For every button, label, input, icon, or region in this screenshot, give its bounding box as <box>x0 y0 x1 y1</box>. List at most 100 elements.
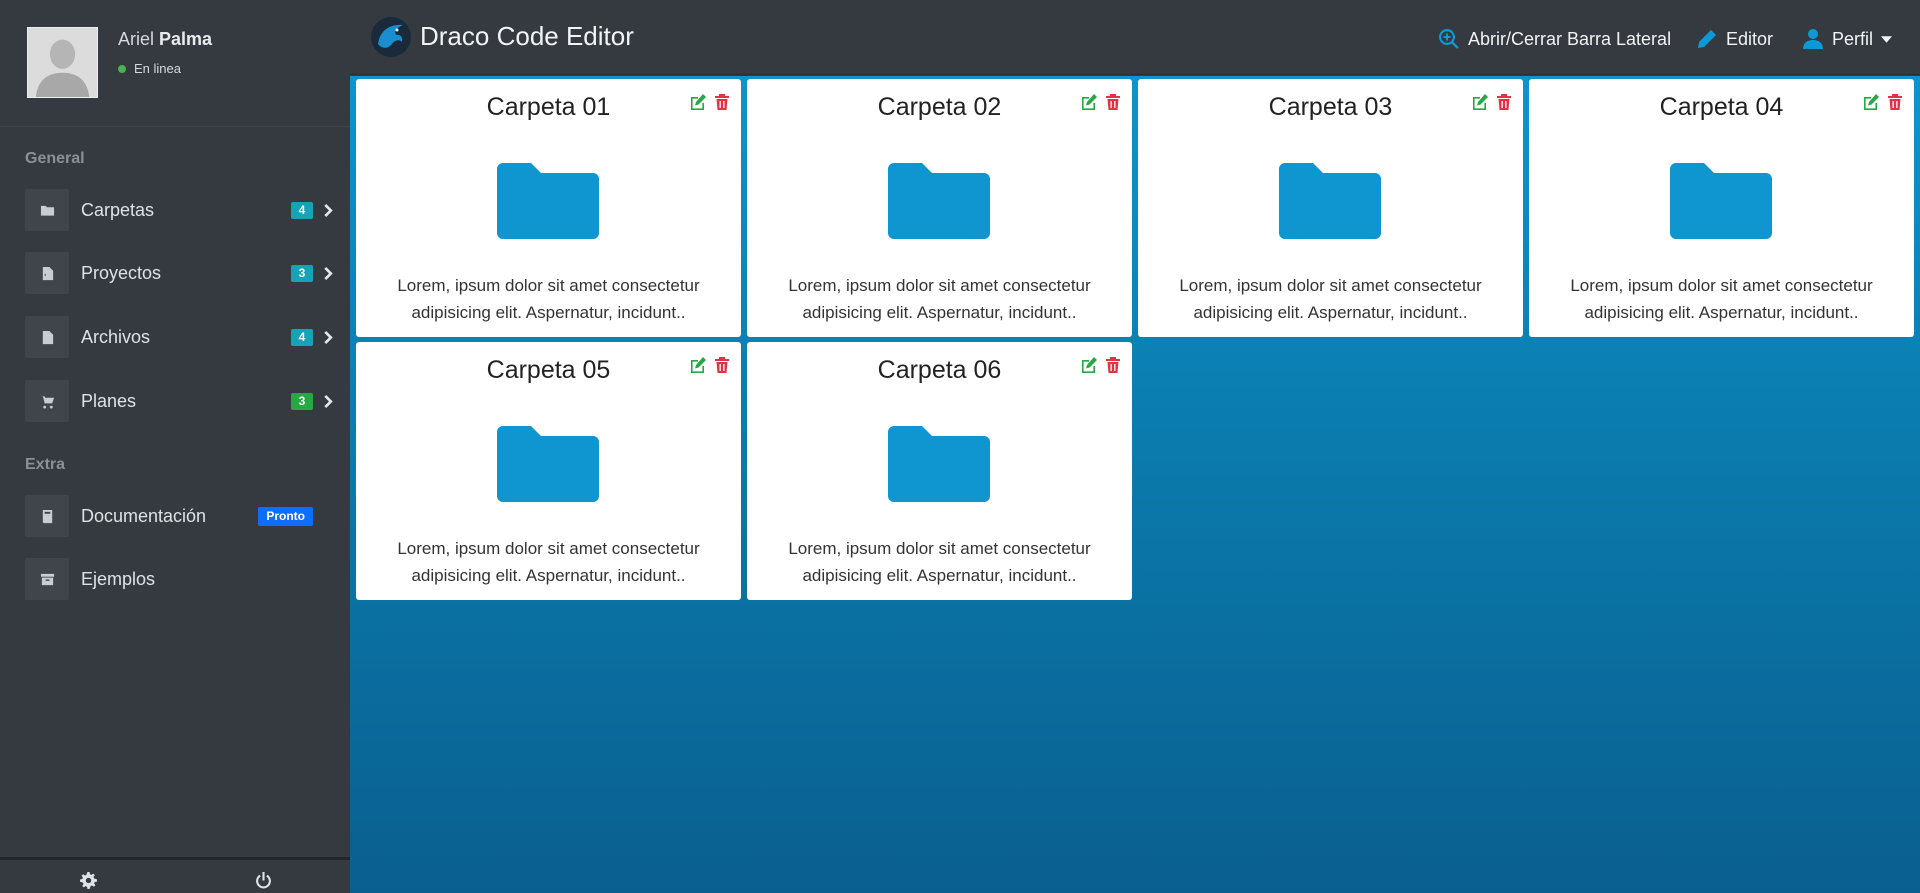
folder-card-desc-line: adipisicing elit. Aspernatur, incidunt.. <box>1584 303 1859 322</box>
folder-card-desc-line: Lorem, ipsum dolor sit amet consectetur <box>1570 276 1873 295</box>
archive-icon <box>25 558 69 600</box>
count-badge: 3 <box>291 392 313 410</box>
book-icon <box>25 495 69 537</box>
folder-card[interactable]: Carpeta 06 Lorem, ipsum dolor sit amet c… <box>747 342 1132 600</box>
trash-icon[interactable] <box>1104 356 1122 374</box>
sidebar-item-label: Archivos <box>81 326 151 347</box>
folder-card-description: Lorem, ipsum dolor sit amet consectetur … <box>1158 272 1503 326</box>
chevron-right-icon <box>323 266 335 280</box>
card-actions <box>1080 93 1122 111</box>
sidebar-item-documentacion[interactable]: Documentación Pronto <box>25 495 335 537</box>
folder-card-description: Lorem, ipsum dolor sit amet consectetur … <box>767 535 1112 589</box>
folder-icon <box>1279 163 1381 239</box>
topbar: Draco Code Editor Abrir/Cerrar Barra Lat… <box>350 0 1920 75</box>
trash-icon[interactable] <box>1886 93 1904 111</box>
sidebar-item-label: Ejemplos <box>81 568 156 589</box>
count-badge: 4 <box>291 201 313 219</box>
folder-card-desc-line: adipisicing elit. Aspernatur, incidunt.. <box>802 303 1077 322</box>
card-actions <box>689 356 731 374</box>
folder-card-desc-line: adipisicing elit. Aspernatur, incidunt.. <box>802 566 1077 585</box>
edit-icon[interactable] <box>1471 93 1489 111</box>
sidebar-item-carpetas[interactable]: Carpetas 4 <box>25 189 335 231</box>
pencil-icon <box>1698 30 1716 48</box>
folder-card[interactable]: Carpeta 01 Lorem, ipsum dolor sit amet c… <box>356 79 741 337</box>
section-header-extra: Extra <box>25 456 66 473</box>
sidebar-item-archivos[interactable]: Archivos 4 <box>25 316 335 358</box>
sidebar-item-planes[interactable]: Planes 3 <box>25 380 335 422</box>
folder-card-desc-line: adipisicing elit. Aspernatur, incidunt.. <box>411 566 686 585</box>
user-last-name: Palma <box>159 29 213 49</box>
count-badge: 4 <box>291 328 313 346</box>
coming-soon-badge: Pronto <box>258 506 313 526</box>
profile-label: Perfil <box>1832 28 1874 49</box>
sidebar-item-ejemplos[interactable]: Ejemplos <box>25 558 335 600</box>
online-status-dot <box>118 64 126 73</box>
chevron-right-icon <box>323 330 335 344</box>
file-code-icon <box>25 252 69 294</box>
editor-label: Editor <box>1726 28 1774 49</box>
user-status: En linea <box>118 61 181 76</box>
folder-icon <box>25 189 69 231</box>
folder-card-desc-line: adipisicing elit. Aspernatur, incidunt.. <box>411 303 686 322</box>
power-icon[interactable] <box>251 870 275 890</box>
edit-icon[interactable] <box>1080 93 1098 111</box>
folder-card-description: Lorem, ipsum dolor sit amet consectetur … <box>767 272 1112 326</box>
count-badge: 3 <box>291 264 313 282</box>
trash-icon[interactable] <box>713 356 731 374</box>
folder-card-desc-line: Lorem, ipsum dolor sit amet consectetur <box>397 276 700 295</box>
edit-icon[interactable] <box>1862 93 1880 111</box>
chevron-right-icon <box>323 203 335 217</box>
toggle-sidebar-link[interactable]: Abrir/Cerrar Barra Lateral <box>1438 27 1671 51</box>
avatar[interactable] <box>27 27 98 98</box>
sidebar-footer <box>0 857 350 893</box>
folder-icon <box>888 163 990 239</box>
folder-card-title: Carpeta 03 <box>1268 93 1393 121</box>
folder-grid: Carpeta 01 Lorem, ipsum dolor sit amet c… <box>350 76 1920 893</box>
trash-icon[interactable] <box>1104 93 1122 111</box>
user-panel: Ariel Palma En linea <box>0 0 350 127</box>
settings-gear-icon[interactable] <box>76 870 100 890</box>
user-avatar-icon <box>28 28 97 97</box>
card-actions <box>1471 93 1513 111</box>
edit-icon[interactable] <box>689 93 707 111</box>
dragon-logo-icon[interactable] <box>370 16 412 58</box>
folder-card-desc-line: adipisicing elit. Aspernatur, incidunt.. <box>1193 303 1468 322</box>
sidebar-item-label: Planes <box>81 390 137 411</box>
sidebar-item-label: Documentación <box>81 505 207 526</box>
trash-icon[interactable] <box>713 93 731 111</box>
folder-card[interactable]: Carpeta 02 Lorem, ipsum dolor sit amet c… <box>747 79 1132 337</box>
app-title[interactable]: Draco Code Editor <box>420 21 634 52</box>
folder-card-title: Carpeta 05 <box>486 356 611 384</box>
folder-card[interactable]: Carpeta 04 Lorem, ipsum dolor sit amet c… <box>1529 79 1914 337</box>
toggle-sidebar-label: Abrir/Cerrar Barra Lateral <box>1468 28 1672 49</box>
user-first-name: Ariel <box>118 29 155 49</box>
folder-icon <box>497 426 599 502</box>
cart-icon <box>25 380 69 422</box>
edit-icon[interactable] <box>1080 356 1098 374</box>
folder-card[interactable]: Carpeta 03 Lorem, ipsum dolor sit amet c… <box>1138 79 1523 337</box>
section-header-general: General <box>25 150 85 167</box>
folder-card-desc-line: Lorem, ipsum dolor sit amet consectetur <box>397 539 700 558</box>
folder-card-description: Lorem, ipsum dolor sit amet consectetur … <box>376 535 721 589</box>
folder-icon <box>497 163 599 239</box>
card-actions <box>689 93 731 111</box>
chevron-right-icon <box>323 394 335 408</box>
profile-dropdown[interactable]: Perfil <box>1802 27 1893 51</box>
sidebar-item-proyectos[interactable]: Proyectos 3 <box>25 252 335 294</box>
edit-icon[interactable] <box>689 356 707 374</box>
sidebar: Ariel Palma En linea General Carpetas 4 … <box>0 0 350 893</box>
folder-card-title: Carpeta 02 <box>877 93 1002 121</box>
user-status-label: En linea <box>134 61 181 76</box>
caret-down-icon <box>1881 35 1893 43</box>
card-actions <box>1080 356 1122 374</box>
search-plus-icon <box>1439 29 1459 49</box>
editor-link[interactable]: Editor <box>1696 27 1773 51</box>
sidebar-item-label: Carpetas <box>81 199 155 220</box>
folder-card-description: Lorem, ipsum dolor sit amet consectetur … <box>1549 272 1894 326</box>
folder-card-title: Carpeta 01 <box>486 93 611 121</box>
folder-card-title: Carpeta 04 <box>1659 93 1784 121</box>
folder-card-desc-line: Lorem, ipsum dolor sit amet consectetur <box>788 276 1091 295</box>
trash-icon[interactable] <box>1495 93 1513 111</box>
folder-card[interactable]: Carpeta 05 Lorem, ipsum dolor sit amet c… <box>356 342 741 600</box>
folder-icon <box>1670 163 1772 239</box>
